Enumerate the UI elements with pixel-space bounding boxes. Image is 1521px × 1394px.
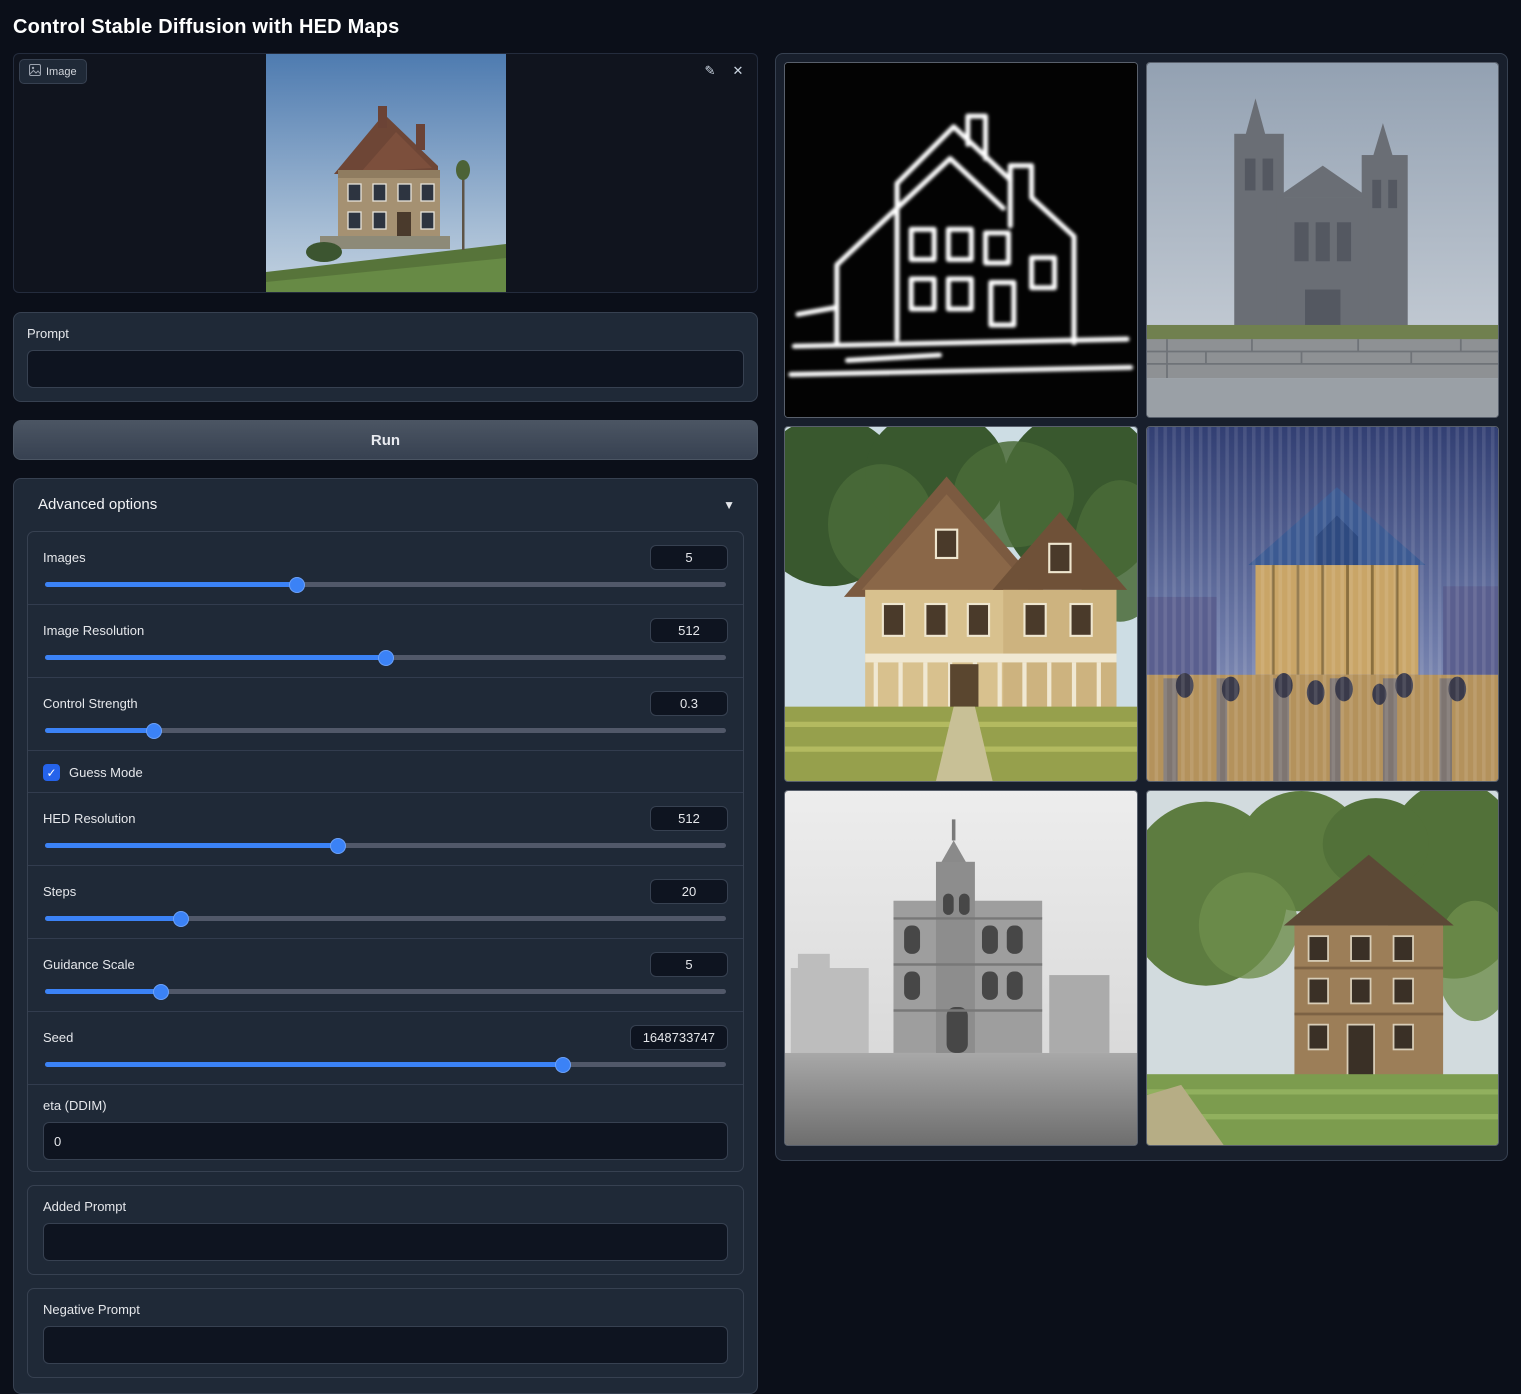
slider-handle[interactable]	[146, 723, 162, 739]
slider-label: Guidance Scale	[43, 957, 135, 972]
image-icon	[29, 64, 41, 79]
slider-images-row: Images 5	[28, 532, 743, 604]
steps-slider[interactable]	[45, 916, 726, 921]
slider-steps-row: Steps 20	[28, 865, 743, 938]
eta-ddim-input[interactable]	[43, 1122, 728, 1160]
image-resolution-slider[interactable]	[45, 655, 726, 660]
image-tab-label: Image	[46, 66, 77, 78]
prompt-input[interactable]	[27, 350, 744, 388]
slider-value-input[interactable]: 512	[650, 806, 728, 831]
slider-handle[interactable]	[289, 577, 305, 593]
slider-control-strength-row: Control Strength 0.3	[28, 677, 743, 750]
slider-label: Image Resolution	[43, 623, 144, 638]
controls-column: Image ✎ ✕	[13, 53, 758, 1394]
guess-mode-row[interactable]: ✓ Guess Mode	[28, 750, 743, 792]
result-gallery	[775, 53, 1508, 1161]
main-layout: Image ✎ ✕	[13, 53, 1508, 1394]
slider-handle[interactable]	[555, 1057, 571, 1073]
negative-prompt-input[interactable]	[43, 1326, 728, 1364]
slider-hed-resolution-row: HED Resolution 512	[28, 792, 743, 865]
slider-value-input[interactable]: 5	[650, 952, 728, 977]
advanced-options-accordion: Advanced options ▼ Images 5 Image Resolu…	[13, 478, 758, 1394]
hed-resolution-slider[interactable]	[45, 843, 726, 848]
slider-handle[interactable]	[330, 838, 346, 854]
prompt-block: Prompt	[13, 312, 758, 402]
gallery-item-stone-cathedral[interactable]	[1146, 62, 1500, 418]
guidance-scale-slider[interactable]	[45, 989, 726, 994]
slider-value-input[interactable]: 1648733747	[630, 1025, 728, 1050]
eta-ddim-label: eta (DDIM)	[43, 1098, 728, 1113]
slider-handle[interactable]	[378, 650, 394, 666]
pencil-icon: ✎	[705, 63, 716, 79]
slider-label: Images	[43, 550, 86, 565]
gallery-item-ornate-wooden-house[interactable]	[784, 426, 1138, 782]
advanced-form: Images 5 Image Resolution 512 Control St…	[27, 531, 744, 1172]
gallery-item-hed-edge-map[interactable]	[784, 62, 1138, 418]
chevron-down-icon: ▼	[723, 498, 735, 512]
slider-seed-row: Seed 1648733747	[28, 1011, 743, 1084]
image-tab[interactable]: Image	[19, 59, 87, 84]
gallery-item-watercolor-house[interactable]	[1146, 790, 1500, 1146]
close-icon: ✕	[733, 63, 744, 79]
uploaded-house-photo	[266, 54, 506, 293]
guess-mode-label: Guess Mode	[69, 765, 143, 780]
advanced-options-title: Advanced options	[38, 496, 157, 513]
slider-label: Steps	[43, 884, 76, 899]
slider-label: HED Resolution	[43, 811, 136, 826]
slider-value-input[interactable]: 20	[650, 879, 728, 904]
run-button[interactable]: Run	[13, 420, 758, 460]
output-column	[775, 53, 1508, 1161]
added-prompt-label: Added Prompt	[43, 1199, 728, 1214]
gallery-item-impressionist-painting[interactable]	[1146, 426, 1500, 782]
slider-handle[interactable]	[153, 984, 169, 1000]
page-title: Control Stable Diffusion with HED Maps	[13, 10, 1508, 53]
slider-guidance-scale-row: Guidance Scale 5	[28, 938, 743, 1011]
slider-value-input[interactable]: 0.3	[650, 691, 728, 716]
prompt-label: Prompt	[27, 326, 744, 341]
negative-prompt-block: Negative Prompt	[27, 1288, 744, 1378]
slider-handle[interactable]	[173, 911, 189, 927]
slider-value-input[interactable]: 5	[650, 545, 728, 570]
eta-ddim-row: eta (DDIM)	[28, 1084, 743, 1171]
clear-image-button[interactable]: ✕	[727, 60, 749, 82]
slider-label: Control Strength	[43, 696, 138, 711]
images-slider[interactable]	[45, 582, 726, 587]
image-actions: ✎ ✕	[699, 60, 749, 82]
control-strength-slider[interactable]	[45, 728, 726, 733]
slider-value-input[interactable]: 512	[650, 618, 728, 643]
seed-slider[interactable]	[45, 1062, 726, 1067]
image-input[interactable]: Image ✎ ✕	[13, 53, 758, 293]
gallery-item-black-and-white-building[interactable]	[784, 790, 1138, 1146]
slider-label: Seed	[43, 1030, 73, 1045]
negative-prompt-label: Negative Prompt	[43, 1302, 728, 1317]
added-prompt-block: Added Prompt	[27, 1185, 744, 1275]
slider-image-resolution-row: Image Resolution 512	[28, 604, 743, 677]
check-icon: ✓	[46, 766, 56, 780]
edit-image-button[interactable]: ✎	[699, 60, 721, 82]
guess-mode-checkbox[interactable]: ✓	[43, 764, 60, 781]
advanced-options-header[interactable]: Advanced options ▼	[27, 494, 744, 515]
added-prompt-input[interactable]	[43, 1223, 728, 1261]
